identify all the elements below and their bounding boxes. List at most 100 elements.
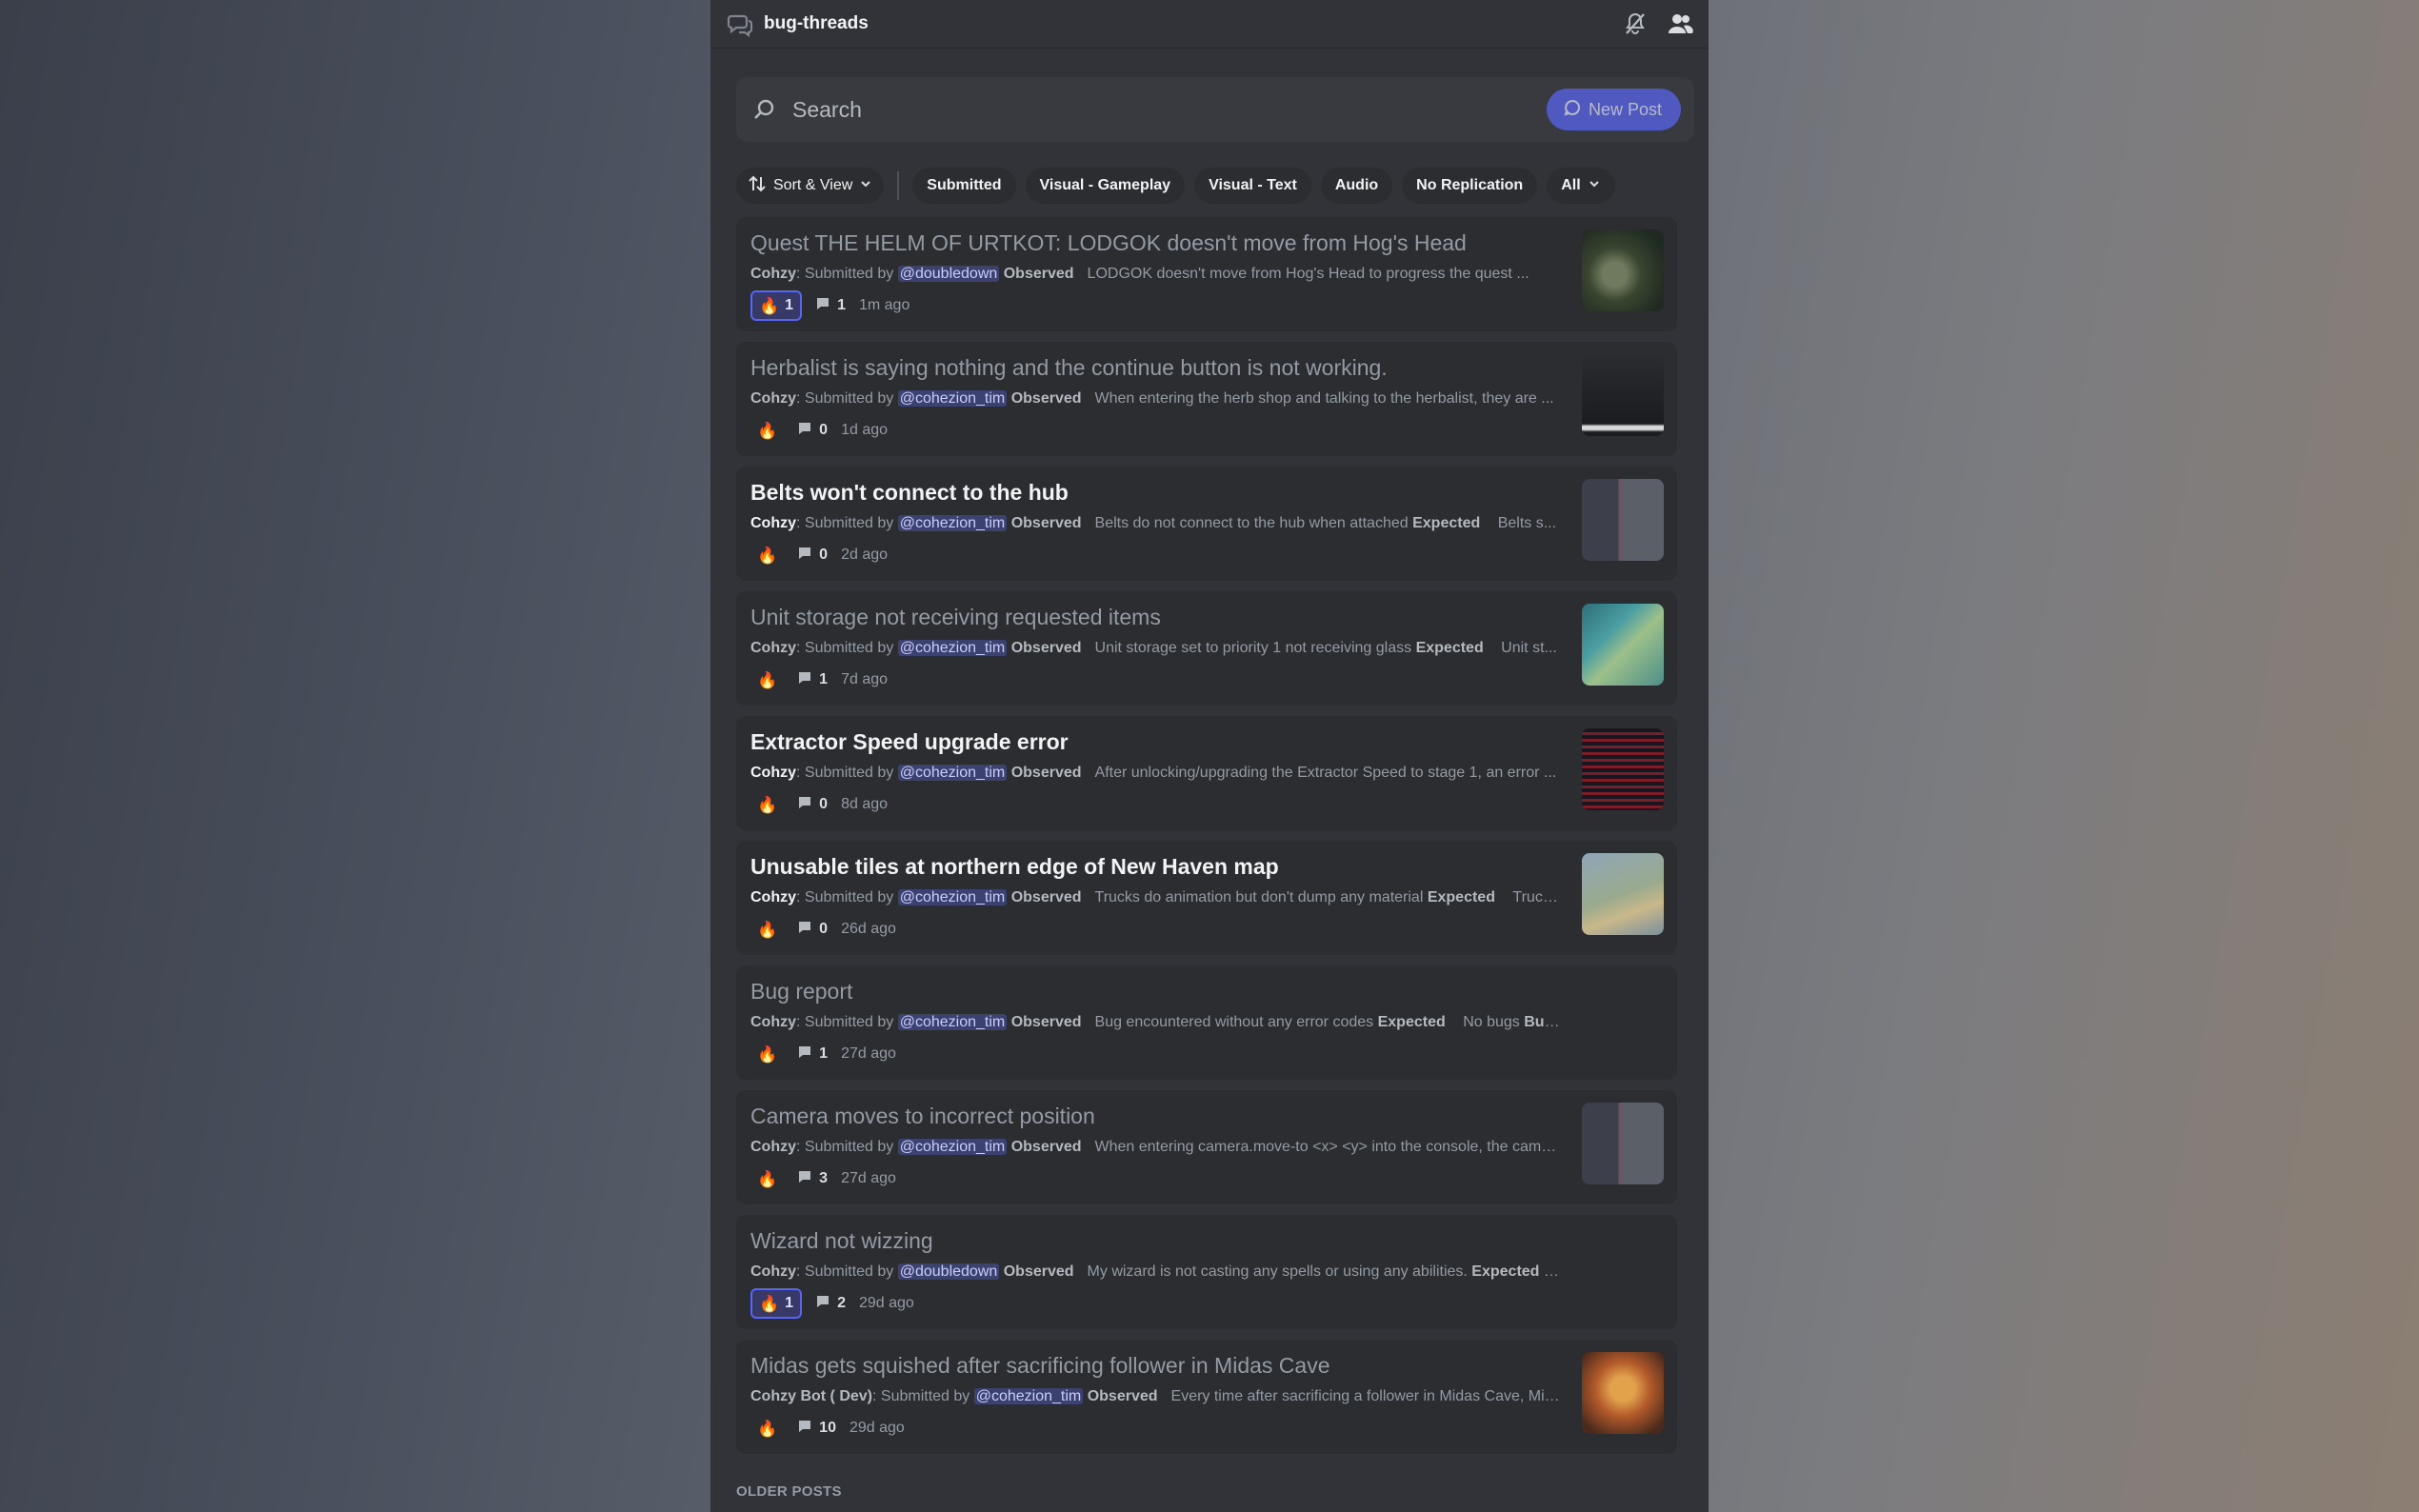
post-thumbnail (1582, 479, 1664, 561)
new-post-button[interactable]: New Post (1546, 89, 1681, 130)
post-preview-text: After unlocking/upgrading the Extractor … (1094, 765, 1557, 781)
post-mention[interactable]: @doubledown (897, 1263, 1000, 1280)
channel-name: bug-threads (764, 13, 869, 33)
comment-count-value: 0 (819, 547, 829, 563)
fire-reaction[interactable]: 🔥 (750, 417, 784, 444)
forum-post[interactable]: Belts won't connect to the hub Cohzy: Su… (736, 467, 1677, 581)
comment-count-value: 2 (837, 1295, 846, 1311)
fire-reaction[interactable]: 🔥 1 (750, 290, 803, 321)
post-stats: 🔥 0 8d ago (750, 790, 888, 819)
forum-post[interactable]: Bug report Cohzy: Submitted by @cohezion… (736, 965, 1677, 1080)
reaction-count: 1 (785, 297, 794, 313)
forum-post[interactable]: Herbalist is saying nothing and the cont… (736, 342, 1677, 456)
forum-channel-icon (726, 10, 754, 38)
post-meta: Cohzy: Submitted by @cohezion_tim Observ… (750, 1139, 1562, 1156)
comment-count: 0 (797, 546, 828, 566)
post-expected-text: Unit st... (1501, 640, 1557, 656)
post-stats: 🔥 0 26d ago (750, 915, 896, 944)
post-author: Cohzy (750, 1139, 796, 1155)
post-timestamp: 29d ago (849, 1420, 905, 1436)
forum-post[interactable]: Midas gets squished after sacrificing fo… (736, 1340, 1677, 1454)
post-mention[interactable]: @cohezion_tim (897, 1139, 1008, 1155)
post-author: Cohzy (750, 765, 796, 781)
post-preview-text: Trucks do animation but don't dump any m… (1094, 889, 1424, 905)
fire-reaction[interactable]: 🔥 (750, 542, 784, 568)
submitted-by-text: Submitted by (804, 515, 894, 531)
sort-view-button[interactable]: Sort & View (736, 168, 885, 204)
fire-reaction[interactable]: 🔥 (750, 1041, 784, 1067)
tag-visual-gameplay[interactable]: Visual - Gameplay (1025, 168, 1186, 204)
fire-icon: 🔥 (757, 1419, 778, 1438)
post-meta: Cohzy: Submitted by @cohezion_tim Observ… (750, 515, 1557, 531)
forum-post[interactable]: Wizard not wizzing Cohzy: Submitted by @… (736, 1215, 1677, 1329)
post-preview-text: Belts do not connect to the hub when att… (1094, 515, 1409, 531)
member-list-icon[interactable] (1667, 11, 1693, 36)
tag-visual-text[interactable]: Visual - Text (1194, 168, 1311, 204)
post-stats: 🔥 10 29d ago (750, 1414, 905, 1442)
fire-reaction[interactable]: 🔥 (750, 1165, 784, 1192)
post-expected-label: Expected (1471, 1263, 1540, 1280)
post-title: Quest THE HELM OF URTKOT: LODGOK doesn't… (750, 230, 1467, 255)
post-expected-text: No bugs (1463, 1014, 1520, 1030)
post-observed-label: Observed (1010, 1139, 1082, 1155)
tag-all-dropdown[interactable]: All (1547, 168, 1615, 204)
tag-audio[interactable]: Audio (1320, 168, 1393, 204)
tag-no-replication[interactable]: No Replication (1402, 168, 1538, 204)
post-timestamp: 2d ago (841, 547, 889, 563)
forum-post[interactable]: Unusable tiles at northern edge of New H… (736, 841, 1677, 955)
post-timestamp: 27d ago (841, 1170, 896, 1186)
post-mention[interactable]: @cohezion_tim (897, 640, 1008, 656)
fire-reaction[interactable]: 🔥 (750, 1415, 784, 1442)
forum-post[interactable]: Camera moves to incorrect position Cohzy… (736, 1090, 1677, 1204)
post-expected-label: Expected (1415, 640, 1484, 656)
reaction-count: 1 (785, 1295, 794, 1311)
post-stats: 🔥 1 27d ago (750, 1040, 896, 1068)
post-mention[interactable]: @doubledown (897, 266, 1000, 282)
tag-submitted[interactable]: Submitted (912, 168, 1016, 204)
forum-post[interactable]: Quest THE HELM OF URTKOT: LODGOK doesn't… (736, 217, 1677, 331)
post-timestamp: 8d ago (841, 796, 889, 812)
post-preview-text: When entering camera.move-to <x> <y> int… (1094, 1139, 1562, 1155)
fire-icon: 🔥 (757, 1044, 778, 1064)
fire-icon: 🔥 (757, 670, 778, 689)
post-mention[interactable]: @cohezion_tim (897, 1014, 1008, 1030)
post-preview-text: My wizard is not casting any spells or u… (1087, 1263, 1468, 1280)
forum-post[interactable]: Unit storage not receiving requested ite… (736, 591, 1677, 706)
comment-count: 10 (797, 1419, 836, 1439)
post-mention[interactable]: @cohezion_tim (897, 765, 1008, 781)
post-mention[interactable]: @cohezion_tim (897, 889, 1008, 905)
comment-icon (797, 795, 812, 815)
post-mention[interactable]: @cohezion_tim (897, 390, 1008, 407)
post-title: Camera moves to incorrect position (750, 1104, 1095, 1128)
post-title: Extractor Speed upgrade error (750, 729, 1069, 754)
post-expected-label: Expected (1412, 515, 1481, 531)
fire-reaction[interactable]: 🔥 1 (750, 1288, 803, 1319)
forum-panel: bug-threads New Post Sort & View (710, 0, 1709, 1512)
forum-post[interactable]: Extractor Speed upgrade error Cohzy: Sub… (736, 716, 1677, 830)
fire-reaction[interactable]: 🔥 (750, 791, 784, 818)
post-author: Cohzy (750, 889, 796, 905)
post-mention[interactable]: @cohezion_tim (973, 1388, 1084, 1404)
fire-reaction[interactable]: 🔥 (750, 666, 784, 693)
post-author: Cohzy (750, 266, 796, 282)
submitted-by-text: Submitted by (880, 1388, 970, 1404)
submitted-by-text: Submitted by (804, 640, 894, 656)
submitted-by-text: Submitted by (804, 1263, 894, 1280)
notifications-muted-icon[interactable] (1623, 11, 1648, 36)
comment-count: 0 (797, 795, 828, 815)
post-timestamp: 27d ago (841, 1045, 896, 1062)
comment-icon (797, 1044, 812, 1064)
comment-count-value: 0 (819, 796, 829, 812)
sort-icon (748, 174, 767, 198)
comment-icon (797, 1169, 812, 1189)
comment-count-value: 0 (819, 921, 829, 937)
search-input[interactable] (790, 95, 1547, 124)
fire-icon: 🔥 (757, 1169, 778, 1188)
fire-reaction[interactable]: 🔥 (750, 916, 784, 943)
post-title: Unusable tiles at northern edge of New H… (750, 854, 1279, 879)
comment-count: 2 (815, 1294, 846, 1314)
post-thumbnail (1582, 1352, 1664, 1434)
post-mention[interactable]: @cohezion_tim (897, 515, 1008, 531)
submitted-by-text: Submitted by (804, 1139, 894, 1155)
comment-count-value: 10 (819, 1420, 836, 1436)
